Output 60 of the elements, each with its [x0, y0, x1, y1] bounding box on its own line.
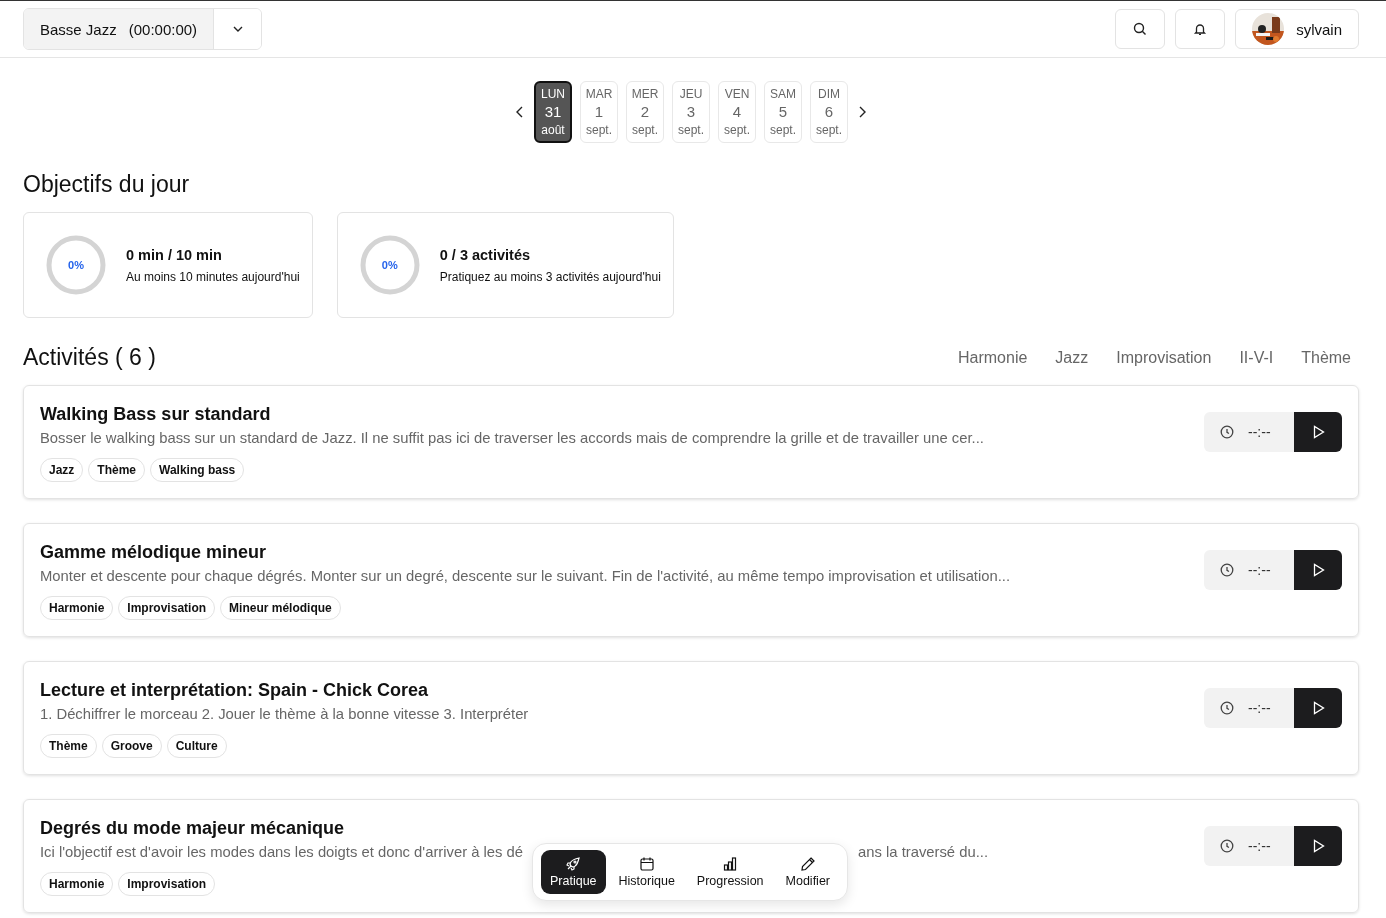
day-button[interactable]: JEU 3 sept. [672, 81, 710, 143]
day-button[interactable]: LUN 31 août [534, 81, 572, 143]
bell-icon [1193, 22, 1208, 36]
play-button[interactable] [1294, 688, 1342, 728]
play-icon [1311, 839, 1325, 853]
day-button[interactable]: DIM 6 sept. [810, 81, 848, 143]
filter-tab[interactable]: Harmonie [950, 344, 1036, 371]
progress-ring [359, 235, 420, 295]
activity-title: Degrés du mode majeur mécanique [40, 818, 346, 839]
play-button[interactable] [1294, 550, 1342, 590]
timer-display: --:-- [1204, 550, 1294, 590]
goal-title: 0 / 3 activités [439, 246, 531, 263]
search-button[interactable] [1115, 9, 1166, 49]
percent-label: 0% [68, 259, 84, 271]
goal-subtitle: Pratiquez au moins 3 activités aujourd'hui [439, 269, 661, 284]
play-icon [1311, 701, 1325, 715]
activity-description: Ici l'objectif est d'avoir les modes dans les doigts et donc d'arriver à les dé [40, 844, 524, 860]
section-title: Objectifs du jour [23, 171, 191, 198]
goal-subtitle: Au moins 10 minutes aujourd'hui [126, 269, 300, 284]
timer-display: --:-- [1204, 826, 1294, 866]
day-button[interactable]: MER 2 sept. [626, 81, 664, 143]
day-button[interactable]: MAR 1 sept. [580, 81, 618, 143]
day-button[interactable]: SAM 5 sept. [764, 81, 802, 143]
goal-title: 0 min / 10 min [126, 246, 223, 263]
notifications-button[interactable] [1175, 9, 1226, 49]
filter-tab[interactable]: Thème [1293, 344, 1359, 371]
calendar-icon [638, 856, 655, 872]
clock-icon [1220, 839, 1234, 853]
filter-tab[interactable]: Improvisation [1108, 344, 1220, 371]
activity-description: ans la traversé du... [858, 844, 988, 860]
activity-title: Gamme mélodique mineur [40, 542, 268, 563]
activity-card[interactable] [23, 385, 1359, 499]
activity-card[interactable]: Lecture et interprétation: Spain - Chick Corea 1. Déchiffrer le morceau 2. Jouer le thème à la bonne vitesse 3. Interpréter Thème Groove Culture --:-- [23, 661, 1359, 775]
filter-tab[interactable]: II-V-I [1231, 344, 1282, 371]
clock-icon [1220, 701, 1234, 715]
pencil-icon [799, 856, 816, 872]
activity-title: Walking Bass sur standard [40, 404, 272, 425]
nav-button[interactable]: Pratique [541, 850, 606, 894]
section-title: Activités ( 6 ) [23, 344, 156, 371]
user-menu-button[interactable]: sylvain [1235, 9, 1359, 49]
timer-display: --:-- [1204, 688, 1294, 728]
timer-display: --:-- [1204, 412, 1294, 452]
clock-icon [1220, 563, 1234, 577]
bar-chart-icon [722, 856, 739, 872]
search-icon [1133, 22, 1148, 36]
play-icon [1311, 563, 1325, 577]
play-button[interactable] [1294, 826, 1342, 866]
clock-icon [1220, 425, 1234, 439]
filter-tab[interactable]: Jazz [1047, 344, 1097, 371]
rocket-icon [565, 856, 582, 872]
play-button[interactable] [1294, 412, 1342, 452]
activity-title: Lecture et interprétation: Spain - Chick Corea [40, 680, 430, 701]
play-icon [1311, 425, 1325, 439]
activity-card[interactable] [23, 523, 1359, 637]
activity-description: 1. Déchiffrer le morceau 2. Jouer le thème à la bonne vitesse 3. Interpréter [40, 706, 529, 722]
activity-description: Bosser le walking bass sur un standard de Jazz. Il ne suffit pas ici de traverser les accords mais de comprendre la grille et de travailler une cer... [40, 430, 984, 446]
percent-label: 0% [381, 259, 398, 271]
progress-ring [46, 235, 106, 295]
day-button[interactable]: VEN 4 sept. [718, 81, 756, 143]
activity-description: Monter et descente pour chaque dégrés. Monter sur un degré, descente sur le suivant. Fin de l'activité, au même tempo improvisation et utilisation... [40, 568, 1011, 584]
